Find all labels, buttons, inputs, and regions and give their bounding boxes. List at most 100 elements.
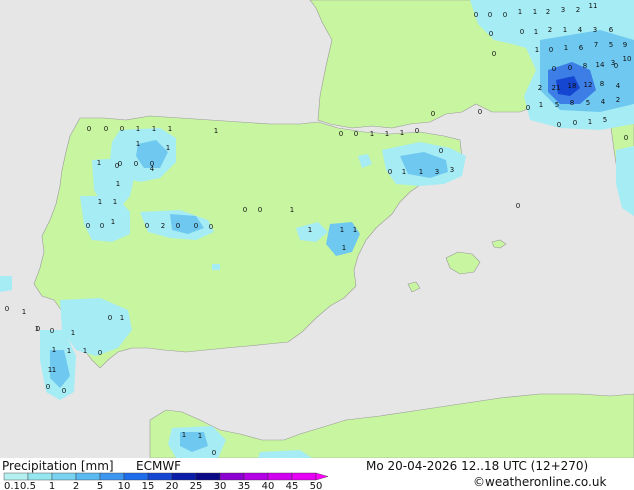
- colorbar-segment: [219, 472, 245, 481]
- precip-value-label: 0: [98, 349, 102, 357]
- precip-value-label: 1: [563, 26, 567, 34]
- precip-value-label: 14: [596, 61, 605, 69]
- precip-value-label: 0: [243, 206, 247, 214]
- colorbar-tick-label: 1: [49, 481, 55, 490]
- precip-value-label: 1: [152, 125, 156, 133]
- precip-value-label: 0: [388, 168, 392, 176]
- precip-value-label: 0: [176, 222, 180, 230]
- precip-value-label: 2: [161, 222, 165, 230]
- precip-value-label: 0: [492, 50, 496, 58]
- precip-value-label: 6: [579, 44, 584, 52]
- precip-value-label: 1: [564, 44, 568, 52]
- precip-value-label: 4: [578, 26, 583, 34]
- precip-value-label: 1: [22, 308, 26, 316]
- precip-value-label: 1: [402, 168, 406, 176]
- precip-value-label: 0: [614, 62, 618, 70]
- precip-value-label: 1: [342, 244, 346, 252]
- precip-value-label: 1: [83, 347, 87, 355]
- precip-value-label: 1: [136, 140, 140, 148]
- precip-value-label: 0: [489, 30, 493, 38]
- colorbar-tick-label: 45: [286, 481, 299, 490]
- precip-value-label: 0: [212, 449, 216, 457]
- precip-value-label: 1: [120, 314, 124, 322]
- precip-value-label: 0: [503, 11, 507, 19]
- colorbar-tick-label: 25: [190, 481, 203, 490]
- precip-value-label: 0: [549, 46, 553, 54]
- precip-value-label: 0: [415, 127, 419, 135]
- precip-value-label: 0: [431, 110, 435, 118]
- precip-value-label: 8: [600, 80, 604, 88]
- colorbar-segment: [75, 472, 101, 481]
- valid-time: Mo 20-04-2026 12..18 UTC (12+270): [366, 459, 588, 473]
- precip-value-label: 4: [616, 82, 621, 90]
- precip-value-label: 8: [583, 62, 587, 70]
- colorbar-segment: [99, 472, 125, 481]
- precip-value-label: 0: [488, 11, 492, 19]
- precip-value-label: 0: [46, 383, 50, 391]
- precip-value-label: 5: [586, 99, 590, 107]
- precip-value-label: 0: [478, 108, 482, 116]
- precip-value-label: 1: [385, 130, 389, 138]
- precip-value-label: 8: [570, 99, 574, 107]
- precip-value-label: 0: [552, 65, 556, 73]
- colorbar-segment: [51, 472, 77, 481]
- precip-value-label: 1: [71, 329, 75, 337]
- precip-value-label: 2: [616, 96, 620, 104]
- colorbar-tick-label: 5: [97, 481, 103, 490]
- precip-value-label: 0: [50, 327, 54, 335]
- precip-value-label: 0: [194, 222, 198, 230]
- precip-value-label: 0: [145, 222, 149, 230]
- precip-value-label: 0: [526, 104, 530, 112]
- precip-value-label: 5: [603, 116, 607, 124]
- precip-value-label: 0: [120, 125, 124, 133]
- precip-value-label: 1: [535, 46, 539, 54]
- precip-value-label: 3: [435, 168, 439, 176]
- colorbar-segment: [3, 472, 29, 481]
- colorbar-segment: [27, 472, 53, 481]
- precip-value-label: 4: [601, 98, 606, 106]
- precip-value-label: 1: [370, 130, 374, 138]
- colorbar-segment: [147, 472, 173, 481]
- colorbar-tick-label: 30: [214, 481, 227, 490]
- precip-value-label: 0: [573, 119, 577, 127]
- precip-value-label: 3: [450, 166, 454, 174]
- colorbar-segment: [291, 472, 317, 481]
- precip-value-label: 21: [552, 84, 561, 92]
- precip-value-label: 1: [52, 366, 56, 374]
- precip-value-label: 2: [546, 8, 550, 16]
- precip-value-label: 1: [182, 431, 186, 439]
- colorbar-tick-label: 35: [238, 481, 251, 490]
- precip-value-label: 1: [214, 127, 218, 135]
- colorbar: [3, 472, 329, 481]
- precip-value-label: 5: [555, 101, 559, 109]
- colorbar-tick-label: 15: [142, 481, 155, 490]
- precip-value-label: 0: [100, 222, 104, 230]
- precip-value-label: 9: [623, 41, 627, 49]
- precip-value-label: 7: [594, 41, 598, 49]
- precip-value-label: 0: [108, 314, 112, 322]
- precip-value-label: 18: [568, 82, 577, 90]
- precip-value-label: 3: [561, 6, 565, 14]
- precip-value-label: 1: [340, 226, 344, 234]
- precip-value-label: 2: [538, 84, 542, 92]
- colorbar-segment: [267, 472, 293, 481]
- colorbar-segment: [123, 472, 149, 481]
- precip-value-label: 12: [584, 81, 593, 89]
- precip-value-label: 1: [539, 101, 543, 109]
- precip-value-label: 0: [5, 305, 9, 313]
- precip-value-label: 0: [568, 64, 572, 72]
- precip-value-label: 0: [115, 162, 119, 170]
- map-title: Precipitation [mm]: [2, 459, 114, 473]
- colorbar-segment: [195, 472, 221, 481]
- precipitation-map: 0 0 0 1 1 2 3 2 110 0 1 2 1 4 3 61 0 1 6 7 5 900 0 8 14 3 102 21 18 1…: [0, 0, 634, 490]
- colorbar-segment: [171, 472, 197, 481]
- precip-value-label: 1: [136, 125, 140, 133]
- precip-value-label: 1: [400, 129, 404, 137]
- precip-value-label: 1: [198, 432, 202, 440]
- precip-value-label: 0: [474, 11, 478, 19]
- precip-patch: [0, 276, 12, 292]
- precip-value-label: 0: [258, 206, 262, 214]
- precip-value-label: 10: [623, 55, 632, 63]
- precip-value-label: 0: [134, 160, 138, 168]
- precip-value-label: 1: [111, 218, 115, 226]
